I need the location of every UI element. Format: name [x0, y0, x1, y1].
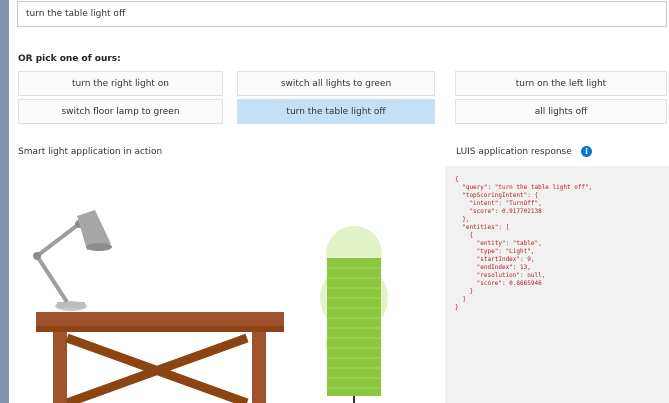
- json-line: "score": 0.8665946: [455, 280, 542, 287]
- json-line: "type": "Light",: [455, 248, 535, 255]
- json-line: "startIndex": 9,: [455, 256, 535, 263]
- luis-json-response: { "query": "turn the table light off", "…: [445, 166, 669, 403]
- json-line: "query": "turn the table light off",: [455, 184, 593, 191]
- table-icon: [36, 312, 284, 403]
- query-input[interactable]: [17, 1, 667, 27]
- suggestion-button-left-light-on[interactable]: turn on the left light: [455, 71, 667, 96]
- luis-demo-panel: OR pick one of ours: turn the right ligh…: [9, 0, 669, 403]
- json-line: {: [455, 232, 474, 239]
- json-line: }: [455, 288, 474, 295]
- json-line: ]: [455, 296, 466, 303]
- json-line: "score": 0.917702138: [455, 208, 542, 215]
- suggestion-button-all-green[interactable]: switch all lights to green: [237, 71, 435, 96]
- json-line: "endIndex": 13,: [455, 264, 531, 271]
- suggestions-heading: OR pick one of ours:: [18, 54, 121, 64]
- json-line: "intent": "TurnOff",: [455, 200, 542, 207]
- suggestion-button-floor-lamp-green[interactable]: switch floor lamp to green: [18, 99, 223, 124]
- json-line: "resolution": null,: [455, 272, 546, 279]
- info-icon[interactable]: i: [581, 146, 592, 157]
- smart-light-scene: [33, 210, 388, 403]
- json-line: "entities": [: [455, 224, 510, 231]
- floor-lamp-icon: [320, 226, 388, 403]
- json-line: },: [455, 216, 470, 223]
- json-line: }: [455, 304, 459, 311]
- suggestion-button-table-light-off[interactable]: turn the table light off: [237, 99, 435, 124]
- json-line: {: [455, 176, 459, 183]
- suggestion-button-right-light-on[interactable]: turn the right light on: [18, 71, 223, 96]
- json-line: "topScoringIntent": {: [455, 192, 539, 199]
- suggestion-button-all-lights-off[interactable]: all lights off: [455, 99, 667, 124]
- app-section-label: Smart light application in action: [18, 147, 163, 157]
- desk-lamp-icon: [33, 210, 112, 311]
- response-section-label: LUIS application response: [456, 147, 572, 157]
- json-line: "entity": "table",: [455, 240, 542, 247]
